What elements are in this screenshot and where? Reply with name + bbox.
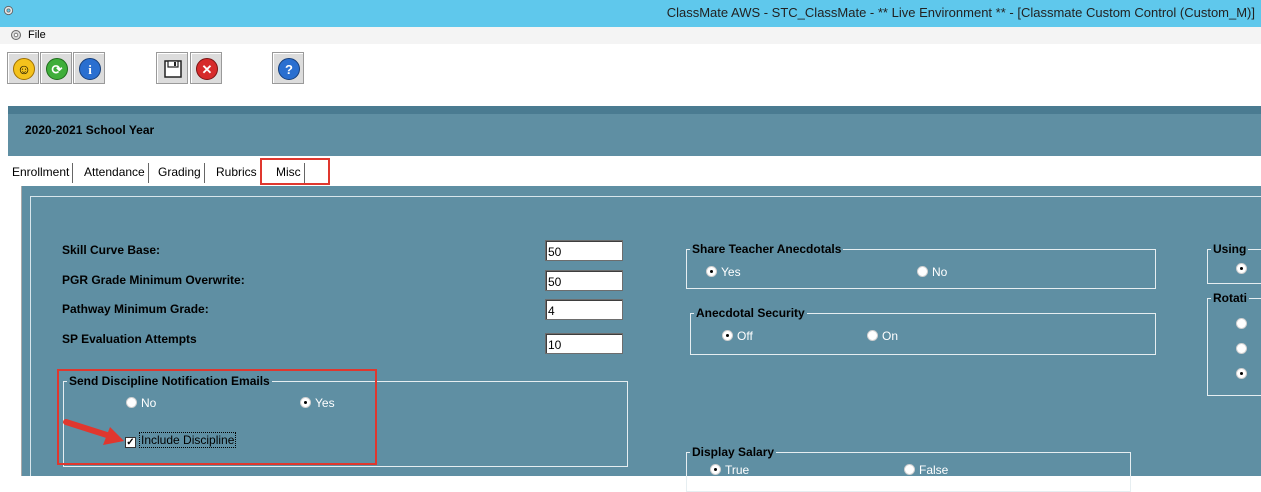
rotation-radio-2[interactable] <box>1236 342 1251 356</box>
skill-curve-base-label: Skill Curve Base: <box>62 243 161 257</box>
discipline-highlight <box>57 369 377 465</box>
skill-curve-base-input[interactable] <box>545 240 623 261</box>
share-anecdotals-no-radio[interactable]: No <box>917 265 947 279</box>
app-gear-icon[interactable] <box>3 5 14 16</box>
pathway-min-grade-input[interactable] <box>545 299 623 320</box>
radio-label: Yes <box>721 265 741 279</box>
cancel-button[interactable]: ✕ <box>190 52 222 84</box>
radio-dot <box>1236 343 1247 354</box>
radio-dot <box>1236 368 1247 379</box>
refresh-button[interactable]: ⟳ <box>40 52 72 84</box>
menu-gear-icon <box>11 30 21 40</box>
tab-rubrics[interactable]: Rubrics <box>213 163 261 183</box>
using-group: Using <box>1207 242 1261 284</box>
using-group-title: Using <box>1211 242 1249 256</box>
school-year-title: 2020-2021 School Year <box>25 123 155 137</box>
anecdotal-security-group: Anecdotal Security <box>690 306 1156 355</box>
school-year-header: 2020-2021 School Year <box>8 106 1261 156</box>
help-icon: ? <box>278 58 300 80</box>
display-salary-title: Display Salary <box>690 445 777 459</box>
left-scroll-strip <box>8 186 22 476</box>
radio-dot <box>917 266 928 277</box>
smiley-icon: ☺ <box>13 58 35 80</box>
pgr-grade-min-label: PGR Grade Minimum Overwrite: <box>62 273 245 287</box>
display-salary-true-radio[interactable]: True <box>710 463 749 477</box>
share-anecdotals-title: Share Teacher Anecdotals <box>690 242 844 256</box>
info-icon: i <box>79 58 101 80</box>
radio-dot <box>722 330 733 341</box>
title-bar: ClassMate AWS - STC_ClassMate - ** Live … <box>0 0 1261 27</box>
radio-dot <box>904 464 915 475</box>
pathway-min-grade-label: Pathway Minimum Grade: <box>62 302 209 316</box>
toolbar: ☺ ⟳ i ✕ ? <box>0 44 1261 106</box>
window-title: ClassMate AWS - STC_ClassMate - ** Live … <box>666 5 1255 20</box>
radio-dot <box>867 330 878 341</box>
cancel-icon: ✕ <box>196 58 218 80</box>
radio-dot <box>706 266 717 277</box>
rotation-radio-3[interactable] <box>1236 367 1251 381</box>
radio-label: Off <box>737 329 753 343</box>
tab-grading[interactable]: Grading <box>155 163 205 183</box>
info-button[interactable]: i <box>73 52 105 84</box>
red-arrow-icon <box>63 419 124 445</box>
save-icon <box>164 60 182 78</box>
anecdotal-security-off-radio[interactable]: Off <box>722 329 753 343</box>
refresh-icon: ⟳ <box>46 58 68 80</box>
display-salary-false-radio[interactable]: False <box>904 463 948 477</box>
using-radio[interactable] <box>1236 262 1251 276</box>
radio-dot <box>1236 263 1247 274</box>
radio-label: On <box>882 329 899 343</box>
tab-strip: Enrollment Attendance Grading Rubrics Mi… <box>0 158 1261 186</box>
pgr-grade-min-input[interactable] <box>545 270 623 291</box>
rotation-radio-1[interactable] <box>1236 317 1251 331</box>
radio-label: No <box>932 265 948 279</box>
radio-label: True <box>725 463 750 477</box>
menu-file[interactable]: File <box>28 29 46 41</box>
tab-attendance[interactable]: Attendance <box>81 163 149 183</box>
smiley-button[interactable]: ☺ <box>7 52 39 84</box>
anecdotal-security-title: Anecdotal Security <box>694 306 807 320</box>
tab-enrollment[interactable]: Enrollment <box>9 163 74 183</box>
help-button[interactable]: ? <box>272 52 304 84</box>
rotation-group-title: Rotati <box>1211 291 1249 305</box>
radio-dot <box>1236 318 1247 329</box>
anecdotal-security-on-radio[interactable]: On <box>867 329 898 343</box>
rotation-group: Rotati <box>1207 291 1261 396</box>
save-button[interactable] <box>156 52 188 84</box>
misc-tab-highlight <box>260 158 330 185</box>
sp-eval-attempts-input[interactable] <box>545 333 623 354</box>
radio-label: False <box>919 463 949 477</box>
menu-bar: File <box>0 27 1261 44</box>
radio-dot <box>710 464 721 475</box>
share-anecdotals-yes-radio[interactable]: Yes <box>706 265 741 279</box>
sp-eval-attempts-label: SP Evaluation Attempts <box>62 332 197 346</box>
